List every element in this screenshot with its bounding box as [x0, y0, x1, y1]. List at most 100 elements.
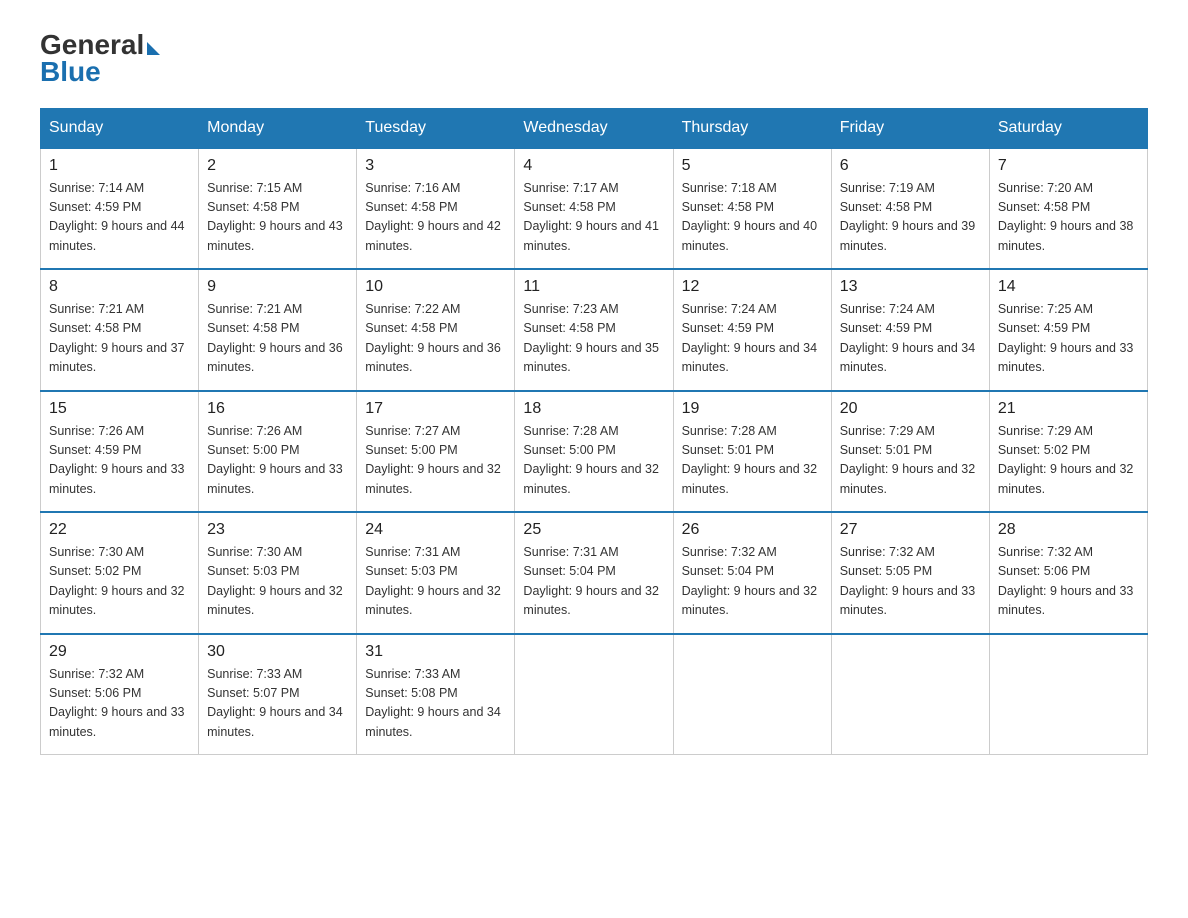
day-number: 17 — [365, 400, 506, 418]
calendar-cell: 16 Sunrise: 7:26 AMSunset: 5:00 PMDaylig… — [199, 391, 357, 513]
day-number: 21 — [998, 400, 1139, 418]
column-header-friday: Friday — [831, 108, 989, 148]
day-info: Sunrise: 7:26 AMSunset: 4:59 PMDaylight:… — [49, 422, 190, 500]
calendar-cell: 9 Sunrise: 7:21 AMSunset: 4:58 PMDayligh… — [199, 269, 357, 391]
day-number: 13 — [840, 278, 981, 296]
day-info: Sunrise: 7:32 AMSunset: 5:06 PMDaylight:… — [49, 665, 190, 743]
day-info: Sunrise: 7:27 AMSunset: 5:00 PMDaylight:… — [365, 422, 506, 500]
calendar-header: SundayMondayTuesdayWednesdayThursdayFrid… — [41, 108, 1148, 148]
day-info: Sunrise: 7:33 AMSunset: 5:07 PMDaylight:… — [207, 665, 348, 743]
day-info: Sunrise: 7:24 AMSunset: 4:59 PMDaylight:… — [840, 300, 981, 378]
calendar-cell: 1 Sunrise: 7:14 AMSunset: 4:59 PMDayligh… — [41, 148, 199, 270]
column-header-sunday: Sunday — [41, 108, 199, 148]
day-number: 27 — [840, 521, 981, 539]
day-number: 7 — [998, 157, 1139, 175]
day-number: 28 — [998, 521, 1139, 539]
calendar-cell — [515, 634, 673, 755]
day-number: 19 — [682, 400, 823, 418]
calendar-cell: 13 Sunrise: 7:24 AMSunset: 4:59 PMDaylig… — [831, 269, 989, 391]
calendar-cell: 31 Sunrise: 7:33 AMSunset: 5:08 PMDaylig… — [357, 634, 515, 755]
calendar-cell: 4 Sunrise: 7:17 AMSunset: 4:58 PMDayligh… — [515, 148, 673, 270]
calendar-cell: 10 Sunrise: 7:22 AMSunset: 4:58 PMDaylig… — [357, 269, 515, 391]
day-info: Sunrise: 7:19 AMSunset: 4:58 PMDaylight:… — [840, 179, 981, 257]
calendar-cell: 22 Sunrise: 7:30 AMSunset: 5:02 PMDaylig… — [41, 512, 199, 634]
day-number: 15 — [49, 400, 190, 418]
day-number: 11 — [523, 278, 664, 296]
calendar-cell: 2 Sunrise: 7:15 AMSunset: 4:58 PMDayligh… — [199, 148, 357, 270]
day-number: 29 — [49, 643, 190, 661]
day-info: Sunrise: 7:29 AMSunset: 5:01 PMDaylight:… — [840, 422, 981, 500]
day-info: Sunrise: 7:18 AMSunset: 4:58 PMDaylight:… — [682, 179, 823, 257]
day-info: Sunrise: 7:24 AMSunset: 4:59 PMDaylight:… — [682, 300, 823, 378]
day-info: Sunrise: 7:14 AMSunset: 4:59 PMDaylight:… — [49, 179, 190, 257]
calendar-table: SundayMondayTuesdayWednesdayThursdayFrid… — [40, 108, 1148, 756]
day-info: Sunrise: 7:21 AMSunset: 4:58 PMDaylight:… — [49, 300, 190, 378]
calendar-cell: 23 Sunrise: 7:30 AMSunset: 5:03 PMDaylig… — [199, 512, 357, 634]
calendar-cell — [831, 634, 989, 755]
day-info: Sunrise: 7:32 AMSunset: 5:04 PMDaylight:… — [682, 543, 823, 621]
day-number: 23 — [207, 521, 348, 539]
week-row-4: 22 Sunrise: 7:30 AMSunset: 5:02 PMDaylig… — [41, 512, 1148, 634]
column-header-wednesday: Wednesday — [515, 108, 673, 148]
calendar-body: 1 Sunrise: 7:14 AMSunset: 4:59 PMDayligh… — [41, 148, 1148, 755]
calendar-cell: 17 Sunrise: 7:27 AMSunset: 5:00 PMDaylig… — [357, 391, 515, 513]
day-info: Sunrise: 7:16 AMSunset: 4:58 PMDaylight:… — [365, 179, 506, 257]
page-header: General Blue — [40, 30, 1148, 88]
calendar-cell: 8 Sunrise: 7:21 AMSunset: 4:58 PMDayligh… — [41, 269, 199, 391]
calendar-cell: 18 Sunrise: 7:28 AMSunset: 5:00 PMDaylig… — [515, 391, 673, 513]
calendar-cell: 25 Sunrise: 7:31 AMSunset: 5:04 PMDaylig… — [515, 512, 673, 634]
calendar-cell: 26 Sunrise: 7:32 AMSunset: 5:04 PMDaylig… — [673, 512, 831, 634]
day-number: 9 — [207, 278, 348, 296]
calendar-cell: 14 Sunrise: 7:25 AMSunset: 4:59 PMDaylig… — [989, 269, 1147, 391]
day-number: 10 — [365, 278, 506, 296]
day-info: Sunrise: 7:29 AMSunset: 5:02 PMDaylight:… — [998, 422, 1139, 500]
logo-arrow-icon — [147, 42, 160, 55]
day-number: 31 — [365, 643, 506, 661]
day-info: Sunrise: 7:25 AMSunset: 4:59 PMDaylight:… — [998, 300, 1139, 378]
day-info: Sunrise: 7:30 AMSunset: 5:03 PMDaylight:… — [207, 543, 348, 621]
day-info: Sunrise: 7:28 AMSunset: 5:01 PMDaylight:… — [682, 422, 823, 500]
calendar-cell: 15 Sunrise: 7:26 AMSunset: 4:59 PMDaylig… — [41, 391, 199, 513]
day-info: Sunrise: 7:26 AMSunset: 5:00 PMDaylight:… — [207, 422, 348, 500]
day-info: Sunrise: 7:31 AMSunset: 5:04 PMDaylight:… — [523, 543, 664, 621]
day-info: Sunrise: 7:32 AMSunset: 5:06 PMDaylight:… — [998, 543, 1139, 621]
calendar-cell: 27 Sunrise: 7:32 AMSunset: 5:05 PMDaylig… — [831, 512, 989, 634]
day-info: Sunrise: 7:32 AMSunset: 5:05 PMDaylight:… — [840, 543, 981, 621]
calendar-cell: 11 Sunrise: 7:23 AMSunset: 4:58 PMDaylig… — [515, 269, 673, 391]
day-info: Sunrise: 7:17 AMSunset: 4:58 PMDaylight:… — [523, 179, 664, 257]
day-number: 6 — [840, 157, 981, 175]
week-row-3: 15 Sunrise: 7:26 AMSunset: 4:59 PMDaylig… — [41, 391, 1148, 513]
day-number: 25 — [523, 521, 664, 539]
day-info: Sunrise: 7:22 AMSunset: 4:58 PMDaylight:… — [365, 300, 506, 378]
day-info: Sunrise: 7:23 AMSunset: 4:58 PMDaylight:… — [523, 300, 664, 378]
logo: General Blue — [40, 30, 160, 88]
column-header-monday: Monday — [199, 108, 357, 148]
day-number: 2 — [207, 157, 348, 175]
week-row-1: 1 Sunrise: 7:14 AMSunset: 4:59 PMDayligh… — [41, 148, 1148, 270]
day-info: Sunrise: 7:20 AMSunset: 4:58 PMDaylight:… — [998, 179, 1139, 257]
day-number: 18 — [523, 400, 664, 418]
day-info: Sunrise: 7:30 AMSunset: 5:02 PMDaylight:… — [49, 543, 190, 621]
day-number: 20 — [840, 400, 981, 418]
day-number: 5 — [682, 157, 823, 175]
calendar-cell: 29 Sunrise: 7:32 AMSunset: 5:06 PMDaylig… — [41, 634, 199, 755]
calendar-cell: 24 Sunrise: 7:31 AMSunset: 5:03 PMDaylig… — [357, 512, 515, 634]
day-number: 14 — [998, 278, 1139, 296]
day-number: 26 — [682, 521, 823, 539]
week-row-5: 29 Sunrise: 7:32 AMSunset: 5:06 PMDaylig… — [41, 634, 1148, 755]
day-number: 3 — [365, 157, 506, 175]
calendar-cell: 30 Sunrise: 7:33 AMSunset: 5:07 PMDaylig… — [199, 634, 357, 755]
calendar-cell: 19 Sunrise: 7:28 AMSunset: 5:01 PMDaylig… — [673, 391, 831, 513]
day-number: 4 — [523, 157, 664, 175]
day-info: Sunrise: 7:21 AMSunset: 4:58 PMDaylight:… — [207, 300, 348, 378]
calendar-cell: 3 Sunrise: 7:16 AMSunset: 4:58 PMDayligh… — [357, 148, 515, 270]
column-header-thursday: Thursday — [673, 108, 831, 148]
logo-blue-text: Blue — [40, 57, 160, 88]
calendar-cell — [989, 634, 1147, 755]
calendar-cell: 12 Sunrise: 7:24 AMSunset: 4:59 PMDaylig… — [673, 269, 831, 391]
day-number: 30 — [207, 643, 348, 661]
calendar-cell: 5 Sunrise: 7:18 AMSunset: 4:58 PMDayligh… — [673, 148, 831, 270]
column-header-saturday: Saturday — [989, 108, 1147, 148]
column-header-tuesday: Tuesday — [357, 108, 515, 148]
day-number: 22 — [49, 521, 190, 539]
